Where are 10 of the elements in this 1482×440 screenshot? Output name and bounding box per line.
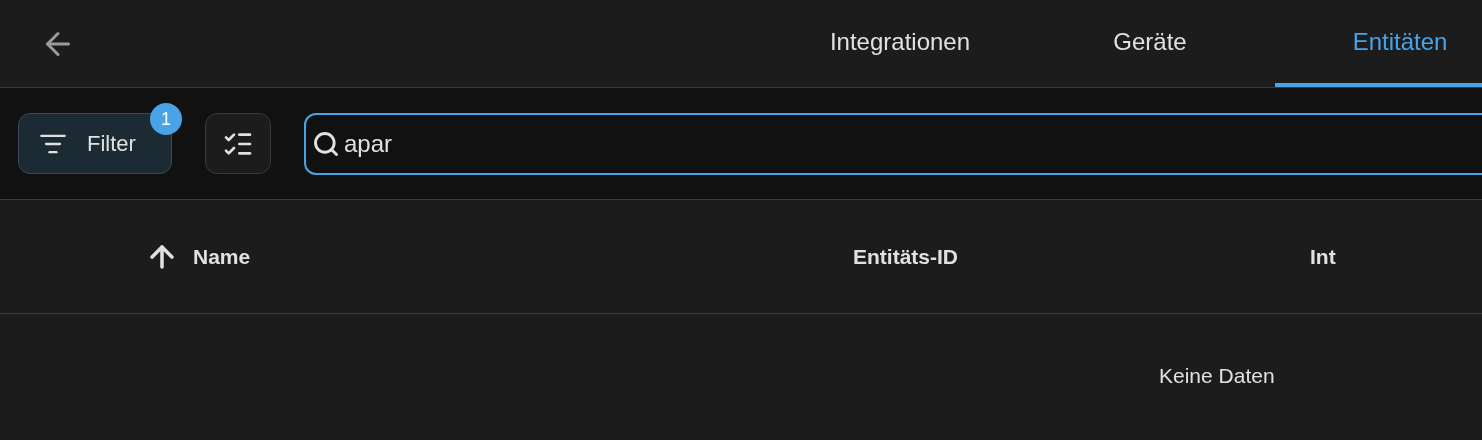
search-icon [312,129,340,158]
tab[interactable]: Geräte [1025,0,1275,87]
tab[interactable]: Integrationen [775,0,1025,87]
empty-message: Keine Daten [1159,363,1275,390]
column-header[interactable]: Int [1310,240,1336,273]
count-badge: 1 [150,103,182,135]
search-field[interactable]: apar [304,112,1482,175]
column-header[interactable]: Entitäts-ID [853,240,958,273]
column-header[interactable]: Name [193,240,251,273]
select-mode-button[interactable] [205,113,271,174]
